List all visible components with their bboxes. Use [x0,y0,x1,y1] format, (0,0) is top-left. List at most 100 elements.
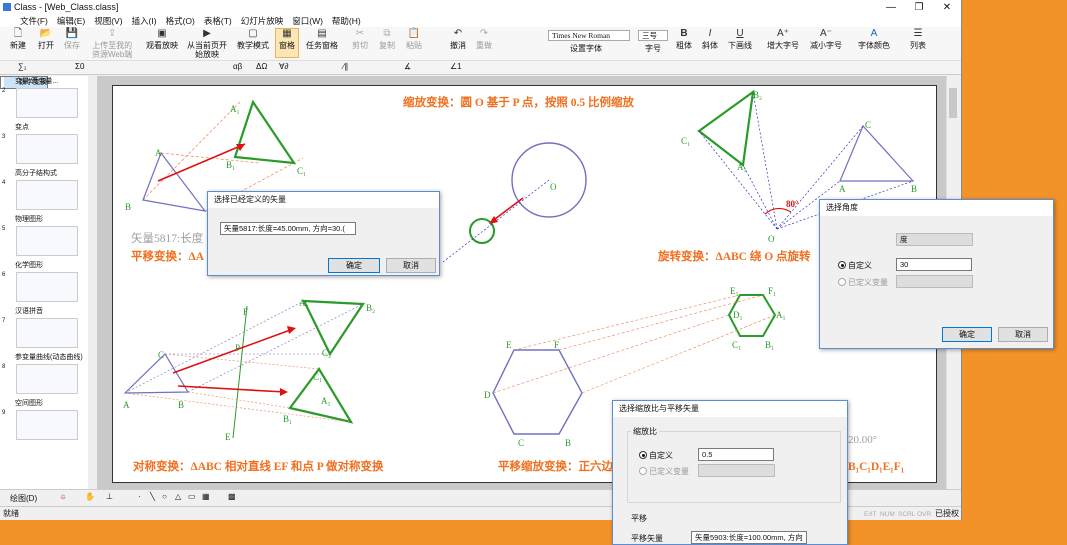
copy-button[interactable]: ⧉ 复制 [379,29,395,51]
menu-table[interactable]: 表格(T) [204,15,232,27]
symbol-toolbar: ∑₁ Σ0 αβ ΔΩ ∀∂ ∕∥ ∡ ∠1 [0,61,961,75]
menu-edit[interactable]: 编辑(E) [57,15,85,27]
font-size-select[interactable]: 三号 [638,30,668,41]
greek-upper-button[interactable]: ΔΩ [256,62,267,71]
scroll-thumb[interactable] [949,88,957,118]
menu-insert[interactable]: 插入(I) [132,15,157,27]
angle-num-button[interactable]: ∠1 [450,62,462,71]
label-f: F [243,307,248,317]
paste-button[interactable]: 📋 粘贴 [406,29,422,51]
logic-button[interactable]: ∀∂ [279,62,288,71]
sidebar-scrollbar[interactable] [88,76,96,489]
vector-select[interactable]: 矢量5817:长度=45.00mm, 方向=30.( [220,222,356,235]
slide-thumb-3[interactable]: 变点 3 [0,122,95,168]
task-pane-button[interactable]: ▤ 任务窗格 [306,29,338,51]
undo-button[interactable]: ↶ 撤消 [450,29,466,51]
symmetry-title: 对称变换：ΔABC 相对直线 EF 和点 P 做对称变换 [133,459,384,473]
select-tool-icon[interactable]: ⯐ [60,492,66,506]
rotation-angle-label: 80° [786,199,799,209]
translate-scale-tail: B₁C₁D₁E₁F₁ [848,461,904,473]
label-a2: A₂ [299,298,309,308]
translate-group-label: 平移 [631,514,647,523]
slide-thumb-9[interactable]: 空间图形 9 [0,398,95,444]
app-icon [3,3,11,11]
show-from-current-button[interactable]: ▶ 从当前页开 始放映 [187,29,227,60]
italic-button[interactable]: I 斜体 [702,29,718,51]
line-tool-icon[interactable]: ╲ [150,492,155,501]
cancel-button[interactable]: 取消 [386,258,436,273]
point-tool-icon[interactable]: · [138,492,141,501]
label-a1-hex: A₁ [776,310,786,320]
defined-var-radio[interactable]: 已定义变量 [838,277,888,288]
sigma-button[interactable]: Σ0 [75,62,84,71]
shrink-font-button[interactable]: A⁻ 减小字号 [810,29,842,51]
bold-button[interactable]: B 粗体 [676,29,692,51]
hand-tool-icon[interactable]: ✋ [85,492,95,501]
scale-ratio-input[interactable]: 0.5 [698,448,774,461]
custom-angle-input[interactable]: 30 [896,258,972,271]
redo-button[interactable]: ↷ 重做 [476,29,492,51]
save-button[interactable]: 💾 保存 [64,29,80,51]
close-button[interactable]: ✕ [933,2,961,13]
slide-thumb-7[interactable]: 汉语拼音 7 [0,306,95,352]
translate-vector-select[interactable]: 矢量5903:长度=100.00mm, 方向 [691,531,807,544]
slide-thumb-6[interactable]: 化学图形 6 [0,260,95,306]
minimize-button[interactable]: — [877,2,905,13]
custom-radio[interactable]: 自定义 [639,450,673,461]
table-tool-icon[interactable]: ▩ [228,492,236,501]
angle-button[interactable]: ∡ [404,62,411,71]
axis-tool-icon[interactable]: ⊥ [106,492,113,501]
label-b2: B₂ [366,303,375,313]
triangle-tool-icon[interactable]: △ [175,492,181,501]
open-button[interactable]: 📂 打开 [38,29,54,51]
parallel-button[interactable]: ∕∥ [343,62,348,71]
menu-view[interactable]: 视图(V) [94,15,122,27]
circle-tool-icon[interactable]: ○ [162,492,167,501]
label-c1-rot: C₁ [681,136,690,146]
custom-radio[interactable]: 自定义 [838,260,872,271]
menu-file[interactable]: 文件(F) [20,15,48,27]
greek-button[interactable]: αβ [233,62,242,71]
defined-var-select[interactable] [896,275,973,288]
ok-button[interactable]: 确定 [328,258,380,273]
label-a: A [155,148,162,158]
grow-font-button[interactable]: A⁺ 增大字号 [767,28,799,51]
slide-thumb-8[interactable]: 参变量曲线(动态曲线) 8 [0,352,95,398]
slide-thumb-5[interactable]: 物理图形 5 [0,214,95,260]
unit-select[interactable]: 度 [896,233,973,246]
maximize-button[interactable]: ❐ [905,2,933,13]
watch-show-button[interactable]: ▣ 观看放映 [146,29,178,51]
underline-button[interactable]: U 下画线 [728,29,752,51]
menu-window[interactable]: 窗口(W) [292,15,323,27]
slide-thumb-4[interactable]: 高分子结构式 4 [0,168,95,214]
label-b1: B₁ [226,160,235,170]
cancel-button[interactable]: 取消 [998,327,1048,342]
menu-format[interactable]: 格式(O) [166,15,195,27]
cut-button[interactable]: ✂ 剪切 [352,28,368,51]
draw-menu-button[interactable]: 绘图(D) [10,493,37,504]
status-num: NUM [880,511,895,518]
list-button[interactable]: ☰ 列表 [910,29,926,51]
menu-slideshow[interactable]: 幻灯片放映 [241,15,284,27]
menu-help[interactable]: 帮助(H) [332,15,361,27]
rectangle-tool-icon[interactable]: ▭ [188,492,196,501]
teach-mode-button[interactable]: ▢ 教学模式 [237,29,269,51]
slide-thumb-2[interactable]: 变量-真变量... 2 [0,76,95,122]
font-size-label: 字号 [645,44,661,53]
upload-icon: ⇪ [107,28,117,39]
font-name-select[interactable]: Times New Roman [548,30,630,41]
font-color-button[interactable]: A 字体颜色 [858,29,890,51]
image-tool-icon[interactable]: ▦ [202,492,210,501]
new-button[interactable]: 🗋 新建 [10,29,26,51]
window-title: Class - [Web_Class.class] [14,2,119,12]
label-b2-rot: B₂ [753,90,762,100]
defined-var-radio[interactable]: 已定义变量 [639,466,689,477]
sum-sub-button[interactable]: ∑₁ [18,62,26,71]
pane-button[interactable]: ▦ 窗格 [275,28,299,58]
grow-font-icon: A⁺ [777,28,789,39]
scissors-icon: ✂ [355,28,365,39]
label-e: E [225,432,231,442]
upload-button[interactable]: ⇪ 上传至我的 资源Web端 [92,28,132,60]
ok-button[interactable]: 确定 [942,327,992,342]
defined-var-select[interactable] [698,464,775,477]
